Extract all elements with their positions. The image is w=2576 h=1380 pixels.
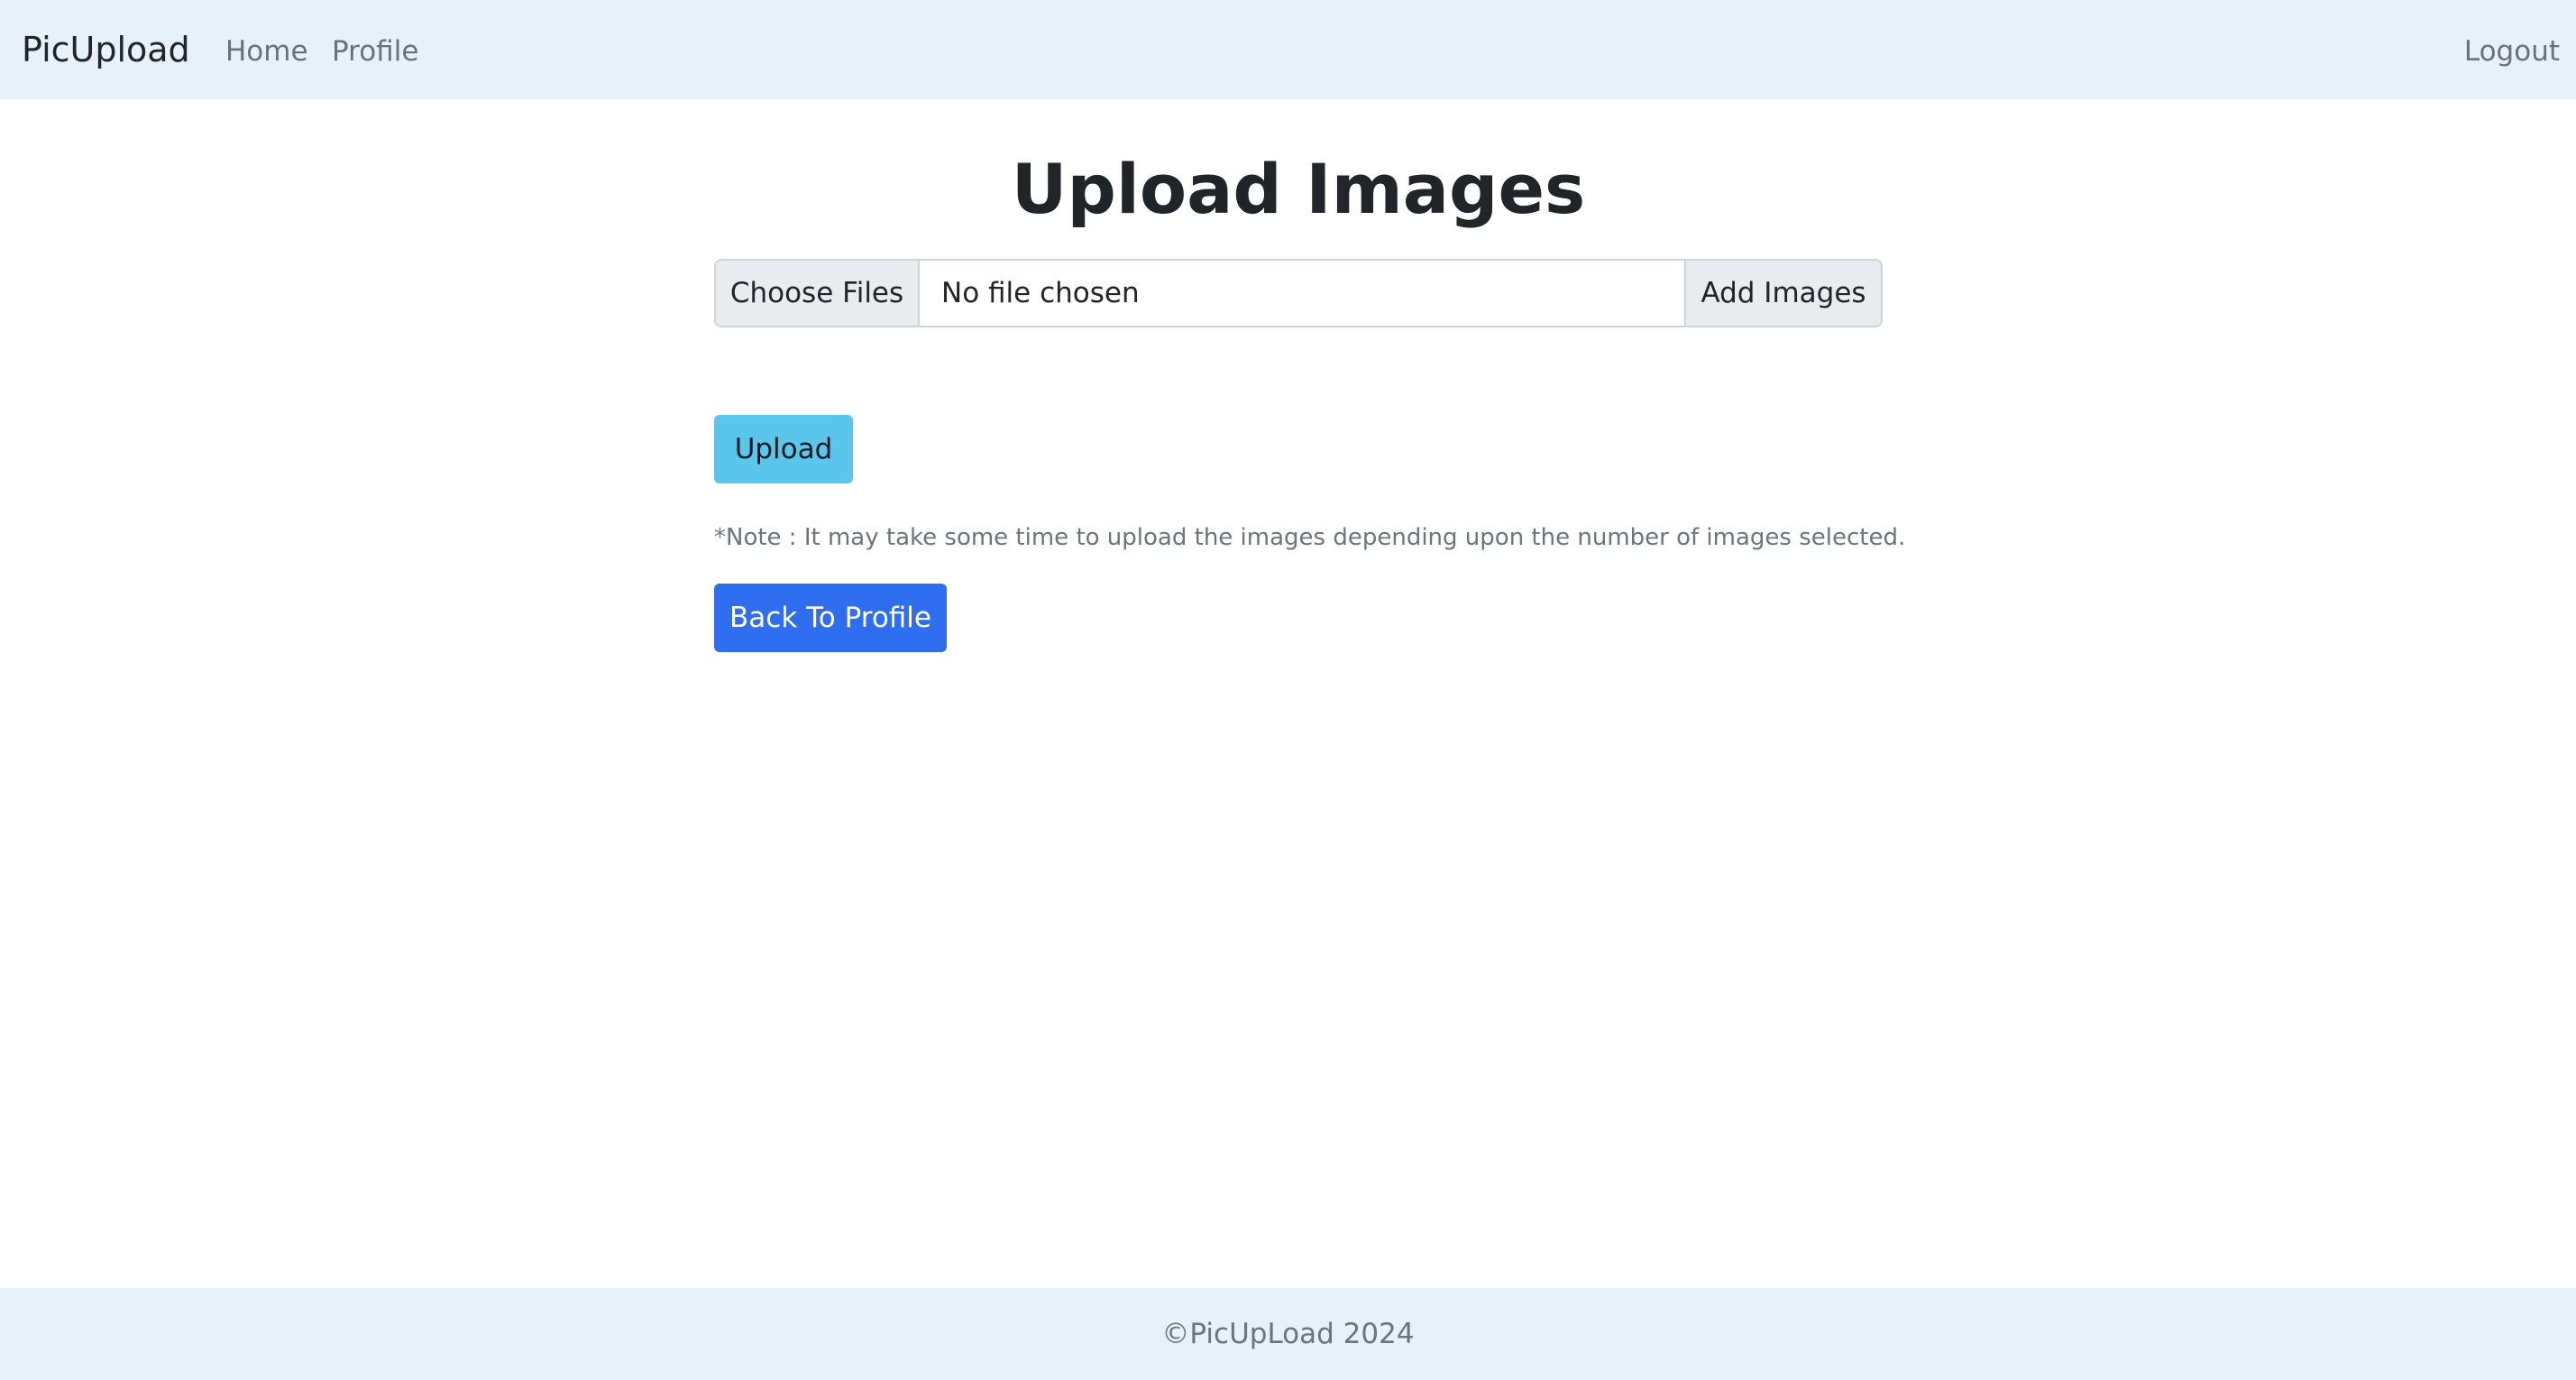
brand-link[interactable]: PicUpload <box>22 25 190 74</box>
footer-copyright: ©PicUpLoad 2024 <box>1161 1318 1415 1350</box>
page: PicUpload Home Profile Logout Upload Ima… <box>0 0 2576 1380</box>
logout-link[interactable]: Logout <box>2464 30 2560 73</box>
nav-profile-link[interactable]: Profile <box>332 30 418 73</box>
page-title: Upload Images <box>1011 149 1586 229</box>
file-status-text[interactable]: No file chosen <box>920 261 1684 326</box>
add-images-button[interactable]: Add Images <box>1684 261 1881 326</box>
nav-home-link[interactable]: Home <box>225 30 308 73</box>
upload-button[interactable]: Upload <box>714 415 853 483</box>
choose-files-button[interactable]: Choose Files <box>716 261 920 326</box>
navbar: PicUpload Home Profile Logout <box>0 0 2576 99</box>
upload-note: *Note : It may take some time to upload … <box>714 524 1906 551</box>
file-input-group: Choose Files No file chosen Add Images <box>714 259 1883 327</box>
back-to-profile-button[interactable]: Back To Profile <box>714 584 947 652</box>
footer: ©PicUpLoad 2024 <box>0 1288 2576 1380</box>
